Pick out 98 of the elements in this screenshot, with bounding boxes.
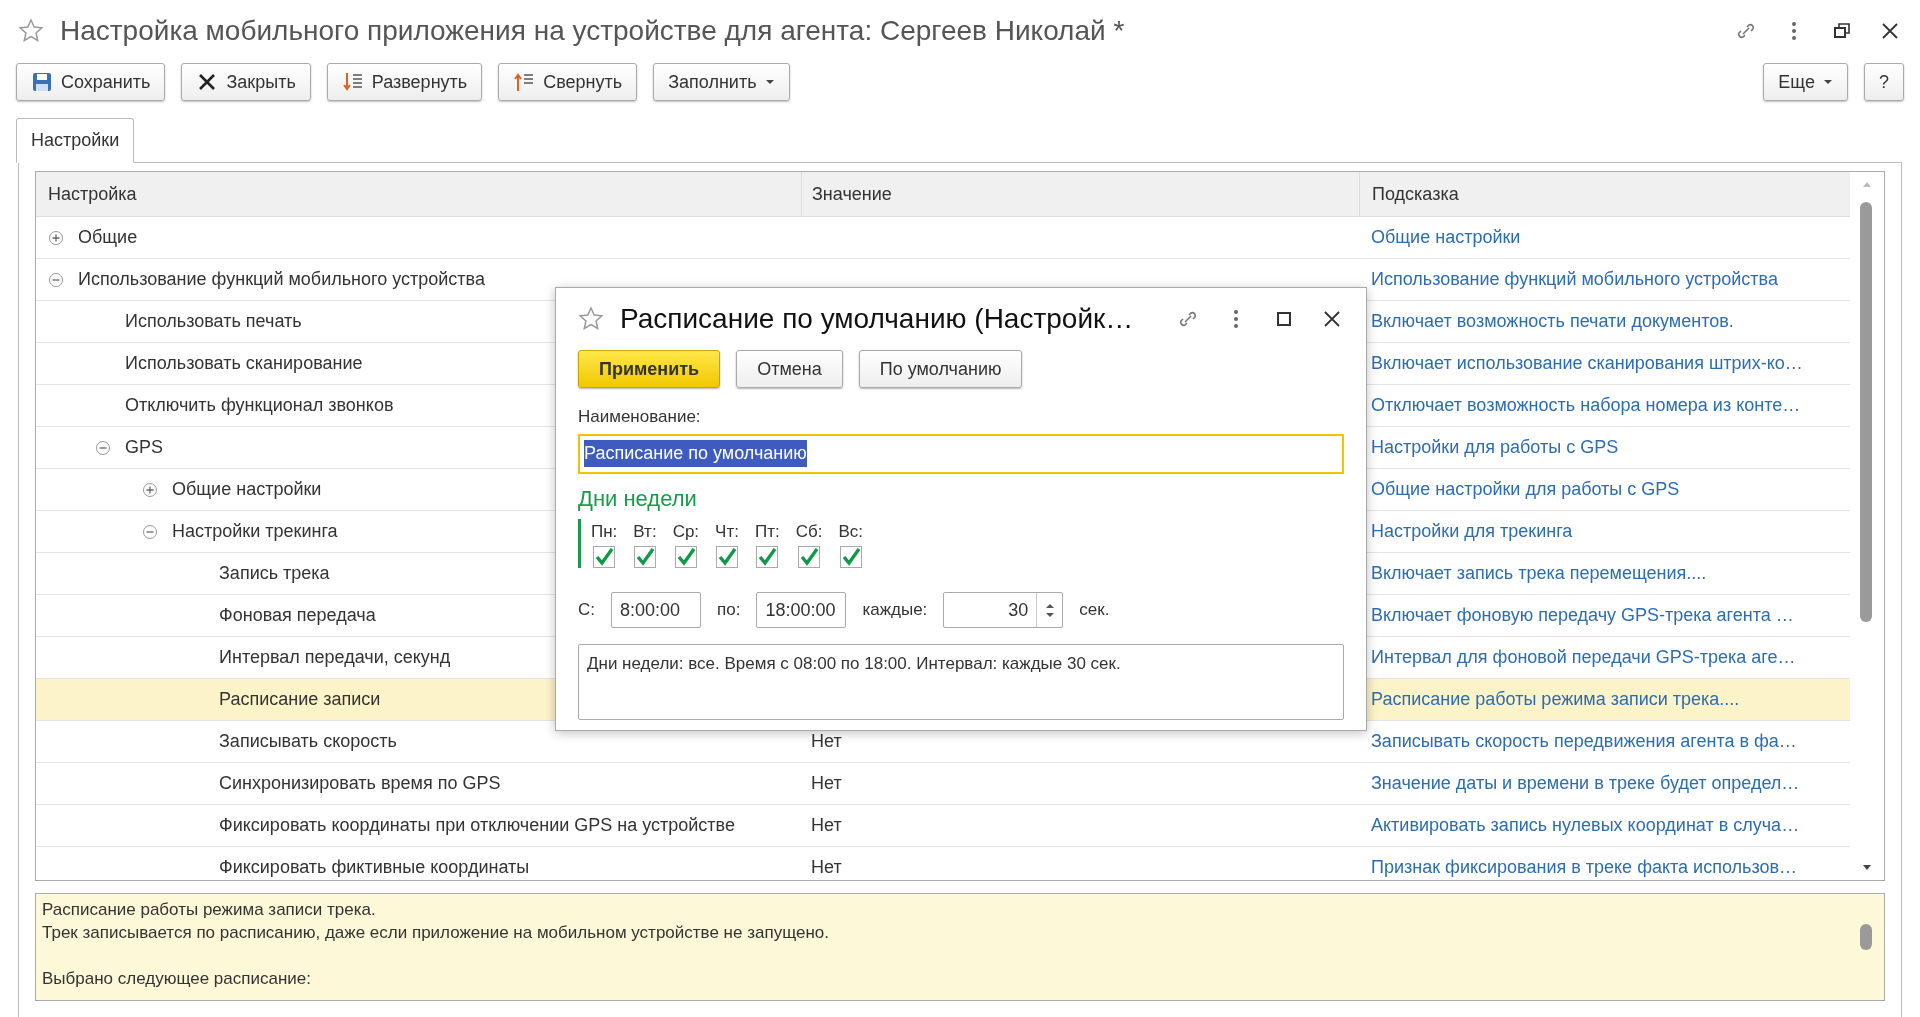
hint-link[interactable]: Расписание работы режима записи трека.... [1371,686,1740,713]
details-text: Трек записывается по расписанию, даже если приложение на мобильном устройстве не запущено. [42,922,830,944]
window-title: Настройка мобильного приложения на устройстве для агента: Сергеев Николай * [60,14,1125,48]
spin-up-icon[interactable] [1045,602,1054,608]
time-field[interactable]: 8:00:00 [611,592,701,628]
section-title: Дни недели [578,484,698,513]
hint-link[interactable]: Настройки для работы с GPS [1371,434,1619,461]
collapse-icon[interactable] [48,271,64,288]
dialog-button[interactable]: Отмена [736,350,843,388]
hint-link[interactable]: Включает фоновую передачу GPS-трека агента … [1371,602,1794,629]
hint-link[interactable]: Записывать скорость передвижения агента в фа… [1371,728,1797,755]
column-header[interactable]: Значение [812,180,892,208]
scroll-down-icon[interactable] [1862,864,1872,872]
hint-link[interactable]: Общие настройки для работы с GPS [1371,476,1680,503]
name-field[interactable]: Расписание по умолчанию [578,433,1344,474]
toolbar-button[interactable]: Свернуть [498,63,638,101]
scroll-up-icon[interactable] [1862,180,1872,188]
setting-name[interactable]: Расписание записи [219,686,381,713]
column-header[interactable]: Подсказка [1372,180,1459,208]
expand-icon[interactable] [142,481,158,498]
setting-name[interactable]: Настройки трекинга [172,518,338,545]
day-label: Пт: [754,520,780,543]
setting-name[interactable]: Общие настройки [172,476,322,503]
hint-link[interactable]: Значение даты и времени в треке будет определ… [1371,770,1800,797]
hint-link[interactable]: Отключает возможность набора номера из конте… [1371,392,1801,419]
checkbox[interactable] [716,546,739,568]
checkbox[interactable] [593,546,616,568]
day-label: Вс: [838,520,863,543]
setting-name[interactable]: Использовать сканирование [125,350,363,377]
menu-button[interactable]: Еще [1763,63,1848,101]
star-icon[interactable] [18,18,44,44]
floppy-icon [31,71,53,93]
day-label: Чт: [715,520,739,543]
setting-value[interactable]: Нет [811,812,842,839]
toolbar-button[interactable]: Сохранить [16,63,166,101]
setting-name[interactable]: Отключить функционал звонков [125,392,394,419]
collapse-list-icon [513,71,536,93]
setting-name[interactable]: Синхронизировать время по GPS [219,770,501,797]
field-label: Наименование: [578,406,702,428]
setting-name[interactable]: Общие [78,224,138,251]
setting-name[interactable]: GPS [125,434,163,461]
day-label: Сб: [795,520,823,543]
details-text: Расписание работы режима записи трека. [42,899,377,921]
setting-value[interactable]: Нет [811,728,842,755]
setting-value[interactable]: Нет [811,770,842,797]
setting-name[interactable]: Использование функций мобильного устройства [78,266,485,293]
field-label: по: [717,599,741,622]
checkbox[interactable] [674,546,697,568]
collapse-icon[interactable] [142,523,158,540]
dialog-button[interactable]: По умолчанию [858,350,1023,388]
hint-link[interactable]: Включает возможность печати документов. [1371,308,1734,335]
details-text: Выбрано следующее расписание: [42,968,312,990]
setting-name[interactable]: Использовать печать [125,308,302,335]
expand-icon[interactable] [48,229,64,246]
hint-link[interactable]: Настройки для трекинга [1371,518,1573,545]
field-label: каждые: [862,599,928,622]
caret-icon [1823,79,1833,85]
scrollbar-thumb[interactable] [1860,202,1872,622]
dialog-title: Расписание по умолчанию (Настройк… [620,302,1134,336]
day-label: Пн: [591,520,618,543]
field-label: С: [578,599,595,622]
apply-button[interactable]: Применить [578,350,721,388]
setting-name[interactable]: Запись трека [219,560,330,587]
setting-name[interactable]: Фиксировать фиктивные координаты [219,854,530,880]
hint-link[interactable]: Активировать запись нулевых координат в случа… [1371,812,1800,839]
hint-link[interactable]: Использование функций мобильного устройства [1371,266,1778,293]
spin-down-icon[interactable] [1045,612,1054,618]
checkbox[interactable] [798,546,821,568]
hint-link[interactable]: Общие настройки [1371,224,1521,251]
toolbar-button[interactable]: Развернуть [326,63,483,101]
star-icon[interactable] [578,306,604,332]
time-field[interactable]: 18:00:00 [756,592,847,628]
hint-link[interactable]: Включает запись трека перемещения.... [1371,560,1707,587]
checkbox[interactable] [756,546,779,568]
hint-link[interactable]: Включает использование сканирования штрих-ко… [1371,350,1803,377]
day-label: Ср: [672,520,700,543]
caret-icon [764,79,775,85]
summary-field[interactable]: Дни недели: все. Время с 08:00 по 18:00. Интервал: каждые 30 сек. [578,644,1344,720]
number-field[interactable]: 30 [943,592,1064,628]
setting-name[interactable]: Интервал передачи, секунд [219,644,451,671]
unit-label: сек. [1079,599,1110,622]
toolbar-button[interactable]: Закрыть [181,63,311,101]
collapse-icon[interactable] [95,439,111,456]
checkbox[interactable] [634,546,656,568]
expand-list-icon [341,71,364,93]
setting-name[interactable]: Фиксировать координаты при отключении GPS на устройстве [219,812,735,839]
column-header[interactable]: Настройка [48,180,137,208]
help-button[interactable]: ? [1864,63,1904,101]
menu-button[interactable]: Заполнить [653,63,790,101]
scrollbar-thumb[interactable] [1860,924,1872,950]
setting-value[interactable]: Нет [811,854,842,880]
setting-name[interactable]: Фоновая передача [219,602,376,629]
tab[interactable]: Настройки [16,118,135,163]
hint-link[interactable]: Признак фиксирования в треке факта использов… [1371,854,1797,880]
hint-link[interactable]: Интервал для фоновой передачи GPS-трека аге… [1371,644,1796,671]
day-label: Вт: [633,520,657,543]
setting-name[interactable]: Записывать скорость [219,728,397,755]
checkbox[interactable] [839,546,862,568]
